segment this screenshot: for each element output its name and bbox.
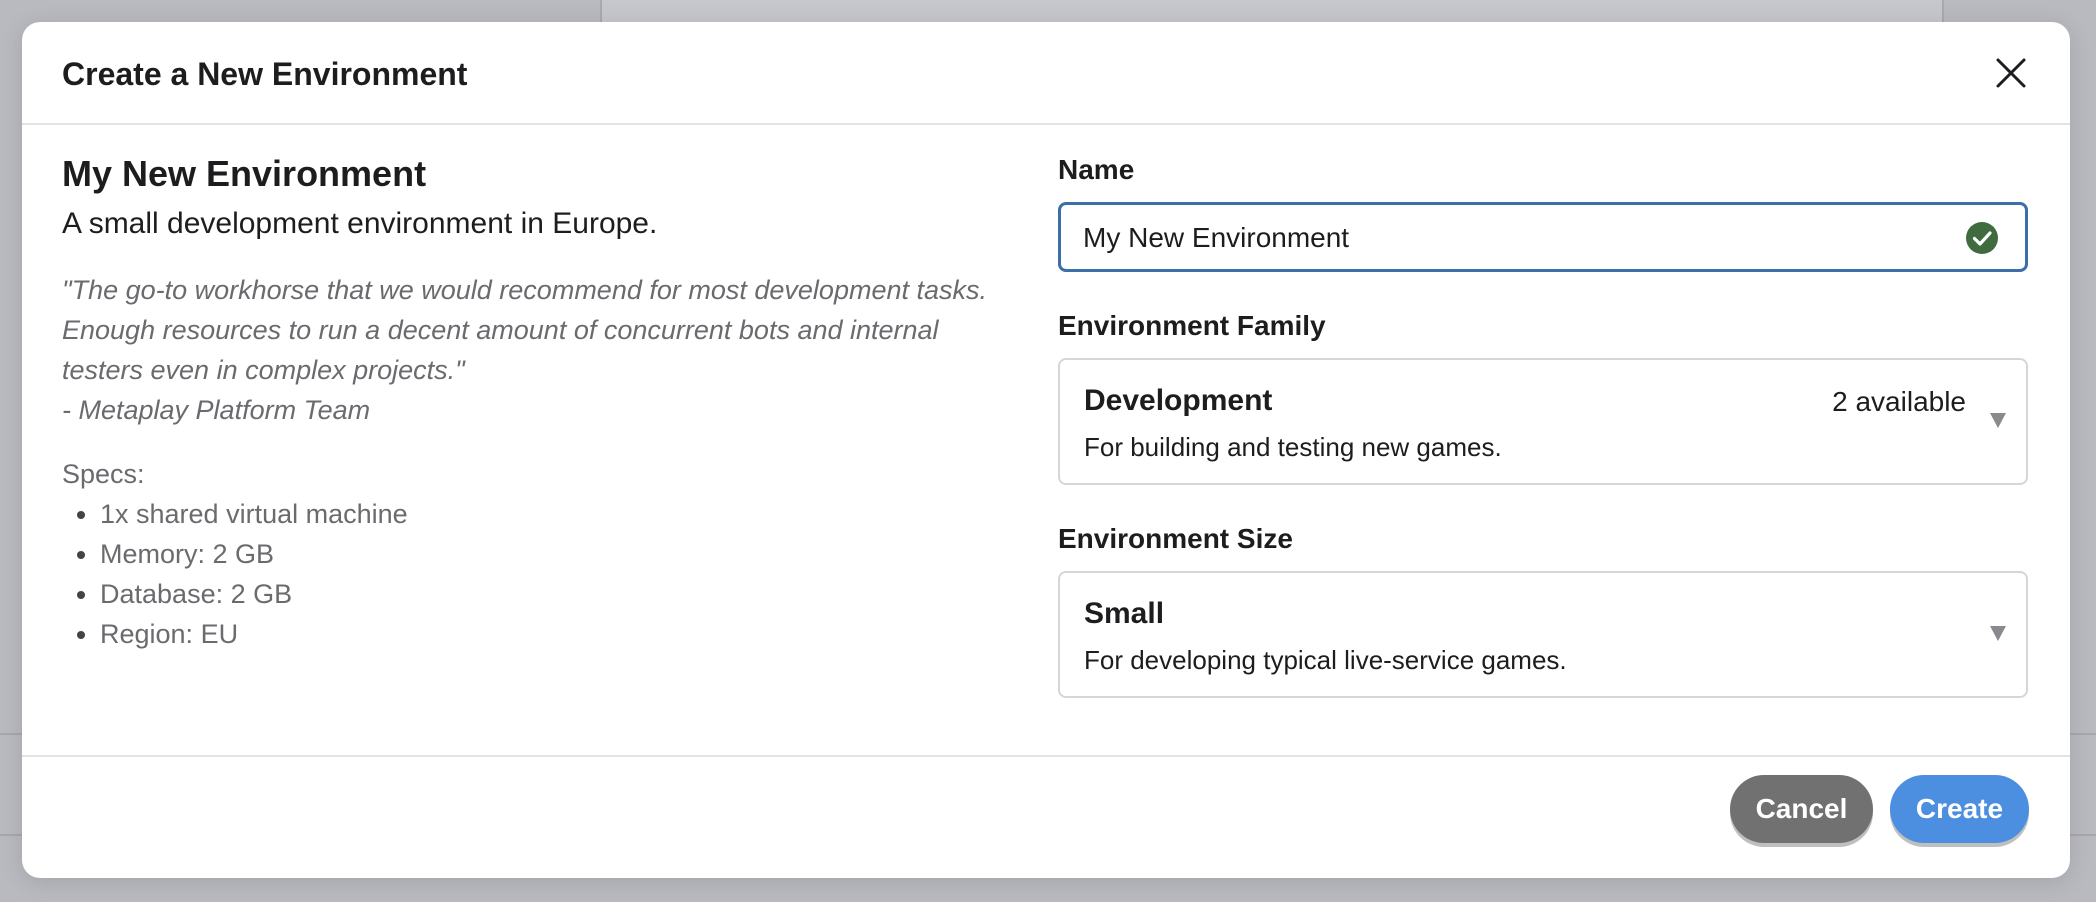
modal-footer: Cancel Create: [22, 755, 2070, 878]
caret-down-icon: [1990, 413, 2006, 428]
close-icon: [1996, 58, 2026, 88]
environment-size-select[interactable]: Small For developing typical live-servic…: [1058, 571, 2028, 698]
create-environment-modal: Create a New Environment My New Environm…: [22, 22, 2070, 878]
specs-list: 1x shared virtual machine Memory: 2 GB D…: [62, 494, 1022, 654]
environment-form: Name Environment Family Development For …: [1058, 152, 2028, 698]
family-label: Environment Family: [1058, 310, 1326, 341]
spec-item: Database: 2 GB: [100, 574, 1022, 614]
create-button[interactable]: Create: [1890, 775, 2029, 843]
family-title: Development: [1084, 384, 1273, 417]
name-label: Name: [1058, 154, 1135, 185]
spec-item: Memory: 2 GB: [100, 534, 1022, 574]
summary-quote: "The go-to workhorse that we would recom…: [62, 270, 1012, 430]
family-availability: 2 available: [1832, 386, 1966, 417]
size-label: Environment Size: [1058, 523, 1293, 554]
spec-item: Region: EU: [100, 614, 1022, 654]
cancel-button[interactable]: Cancel: [1730, 775, 1873, 843]
caret-down-icon: [1990, 626, 2006, 641]
background-card: [600, 0, 1944, 22]
check-circle-icon: [1966, 222, 1998, 254]
environment-family-select[interactable]: Development For building and testing new…: [1058, 358, 2028, 485]
quote-author: - Metaplay Platform Team: [62, 395, 371, 425]
size-title: Small: [1084, 597, 1165, 630]
name-input[interactable]: [1081, 205, 1945, 271]
specs-label: Specs:: [62, 459, 145, 489]
close-button[interactable]: [1992, 54, 2030, 92]
size-description: For developing typical live-service game…: [1084, 645, 1567, 675]
spec-item: 1x shared virtual machine: [100, 494, 1022, 534]
summary-title: My New Environment: [62, 153, 427, 194]
name-field: [1058, 202, 2028, 272]
summary-description: A small development environment in Europ…: [62, 207, 658, 240]
family-description: For building and testing new games.: [1084, 432, 1502, 462]
modal-header: Create a New Environment: [22, 22, 2070, 125]
environment-summary: My New Environment A small development e…: [62, 152, 1022, 654]
modal-title: Create a New Environment: [62, 56, 468, 92]
quote-text: "The go-to workhorse that we would recom…: [62, 275, 988, 385]
